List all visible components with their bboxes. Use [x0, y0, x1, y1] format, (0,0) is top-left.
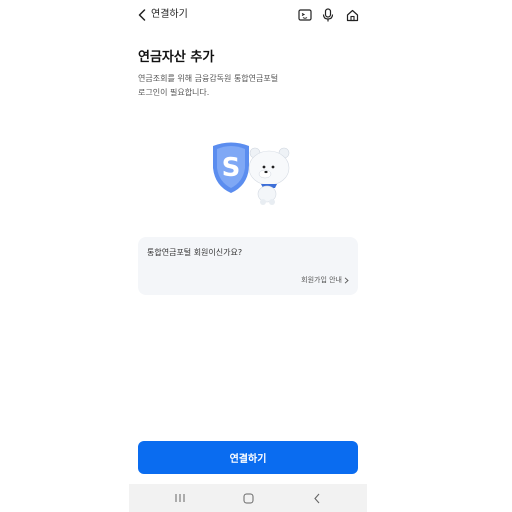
member-info-card: 통합연금포털 회원이신가요? 회원가입 안내: [138, 237, 358, 295]
header-title: 연결하기: [151, 9, 188, 20]
phone-screen: 연결하기 연금자산 추가 연금조회를 위해 금융감독원 통합연금포털 로그인이 …: [129, 0, 367, 512]
bear-mascot: [248, 147, 290, 205]
voice-button[interactable]: [320, 7, 336, 23]
description-line: 연금조회를 위해 금융감독원 통합연금포털: [138, 74, 279, 83]
back-icon: [138, 9, 146, 21]
back-nav-icon: [314, 493, 320, 503]
home-button[interactable]: [344, 7, 360, 23]
member-question: 통합연금포털 회원이신가요?: [147, 248, 243, 257]
signup-guide-label: 회원가입 안내: [301, 276, 342, 284]
signup-guide-link[interactable]: 회원가입 안내: [301, 275, 349, 285]
nav-home-button[interactable]: [240, 490, 256, 506]
app-header: 연결하기: [129, 0, 367, 30]
recent-apps-icon: [175, 494, 185, 502]
home-icon: [346, 9, 358, 21]
recent-apps-button[interactable]: [172, 490, 188, 506]
shield-letter: S: [222, 153, 241, 183]
nav-back-button[interactable]: [309, 490, 325, 506]
description-line: 로그인이 필요합니다.: [138, 88, 210, 97]
back-button[interactable]: [135, 7, 149, 23]
shield-bear-illustration: S: [213, 142, 290, 205]
home-button-icon: [243, 493, 253, 503]
chat-button[interactable]: [297, 7, 313, 23]
page-title: 연금자산 추가: [138, 50, 215, 65]
microphone-icon: [322, 8, 334, 22]
system-nav-bar: [129, 484, 367, 512]
chevron-right-icon: [344, 276, 349, 284]
connect-button[interactable]: 연결하기: [138, 441, 358, 474]
chat-icon: [298, 8, 312, 21]
description: 연금조회를 위해 금융감독원 통합연금포털 로그인이 필요합니다.: [138, 72, 318, 100]
